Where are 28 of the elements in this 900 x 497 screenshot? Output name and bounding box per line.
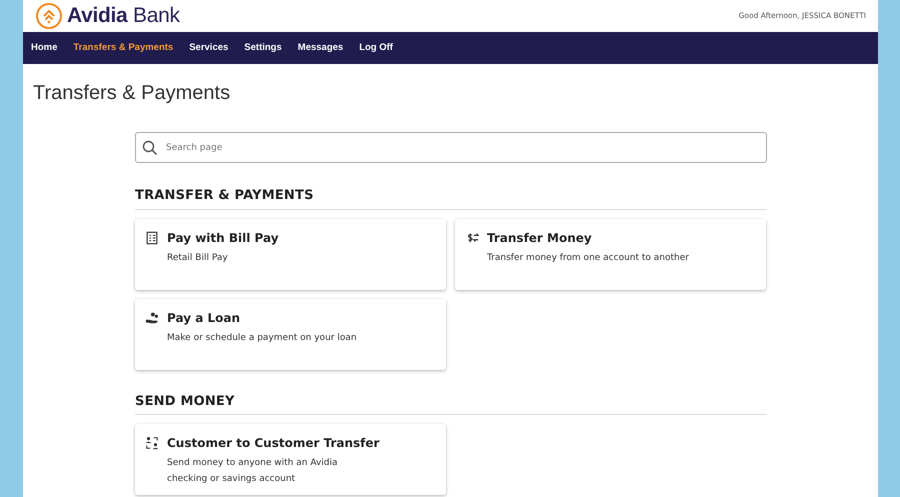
card-description: Make or schedule a payment on your loan — [167, 332, 358, 344]
card-description: Send money to anyone with an Avidia checking or savings account — [167, 457, 338, 486]
option-card[interactable]: Customer to Customer Transfer Send money to anyone with an Avidia checking or savings account — [135, 424, 446, 495]
option-card[interactable]: Transfer Money Transfer money from one account to another — [455, 218, 766, 290]
section-heading: SEND MONEY — [135, 392, 767, 415]
nav-tab[interactable]: Log Off — [359, 36, 393, 60]
section-heading: TRANSFER & PAYMENTS — [135, 186, 767, 210]
nav-tab[interactable]: Home — [31, 36, 58, 60]
receipt-icon — [145, 230, 159, 246]
people-transfer-icon — [145, 435, 159, 451]
card-title: Pay with Bill Pay — [167, 230, 279, 246]
card-description: Retail Bill Pay — [167, 252, 229, 264]
card-title: Customer to Customer Transfer — [167, 435, 380, 452]
logo-icon — [35, 2, 63, 30]
page-title: Transfers & Payments — [33, 81, 232, 106]
card-title: Transfer Money — [487, 230, 592, 246]
nav-tab[interactable]: Messages — [298, 36, 344, 60]
option-card[interactable]: Pay with Bill Pay Retail Bill Pay — [135, 218, 446, 290]
card-title: Pay a Loan — [167, 310, 240, 326]
brand-name: Avidia Bank — [67, 3, 180, 30]
card-description: Transfer money from one account to another — [487, 252, 690, 264]
nav-tab[interactable]: Settings — [244, 36, 282, 60]
search-icon — [142, 140, 158, 156]
search-field[interactable]: Search page — [135, 132, 767, 163]
option-card[interactable]: Pay a Loan Make or schedule a payment on your loan — [135, 298, 446, 370]
nav-tab[interactable]: Transfers & Payments — [73, 36, 174, 60]
hand-coins-icon — [145, 310, 159, 326]
nav-tab[interactable]: Services — [189, 36, 228, 60]
